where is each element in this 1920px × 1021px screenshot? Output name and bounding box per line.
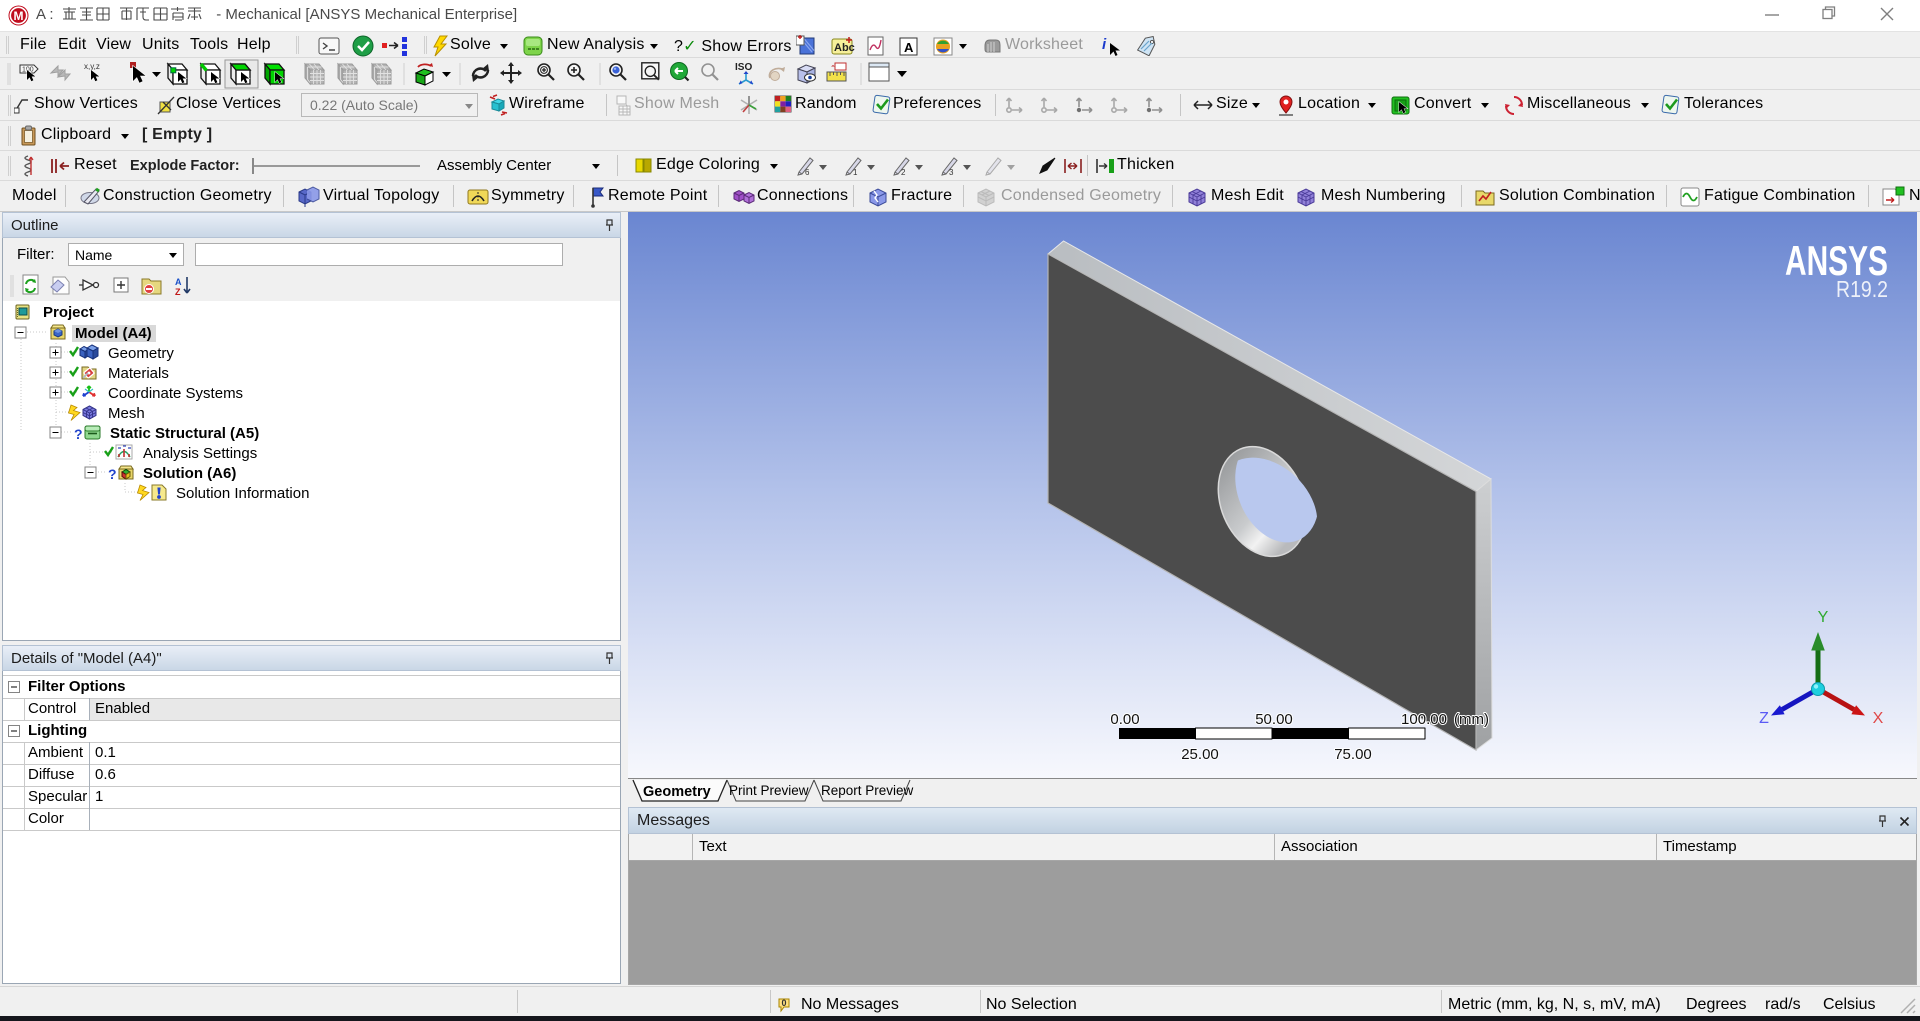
svg-text:?: ? [74,426,83,442]
svg-text:2: 2 [901,168,906,176]
svg-text:Solution (A6): Solution (A6) [143,465,236,482]
svg-text:6: 6 [805,168,810,176]
svg-text:A: A [904,40,914,55]
svg-text:Z: Z [175,287,181,297]
svg-text:50.00: 50.00 [1255,711,1293,728]
svg-text:Project: Project [43,304,94,321]
svg-text:X: X [1873,710,1884,727]
svg-text:i: i [1102,36,1107,53]
svg-text:M: M [14,9,24,23]
svg-text:Geometry: Geometry [108,345,174,362]
svg-text:Materials: Materials [108,365,169,382]
svg-text:1: 1 [853,168,858,176]
svg-text:Static Structural (A5): Static Structural (A5) [110,425,259,442]
svg-text:(mm): (mm) [1454,711,1489,728]
svg-text:Coordinate Systems: Coordinate Systems [108,385,243,402]
svg-text:Y: Y [1818,609,1829,626]
svg-text:0.00: 0.00 [1110,711,1139,728]
svg-text:A: A [175,277,182,287]
svg-text:25.00: 25.00 [1181,746,1219,763]
svg-text:Abc: Abc [834,42,855,54]
svg-text:Z: Z [1759,710,1769,727]
svg-text:R19.2: R19.2 [1836,276,1888,302]
svg-text:Report Preview: Report Preview [821,783,914,798]
svg-text:Analysis Settings: Analysis Settings [143,445,257,462]
svg-text:Mesh: Mesh [108,405,145,422]
svg-text:ISO: ISO [735,62,752,73]
svg-text:75.00: 75.00 [1334,746,1372,763]
svg-text:Print Preview: Print Preview [729,783,809,798]
svg-text:x,y,z: x,y,z [84,62,100,71]
svg-text:Model (A4): Model (A4) [75,325,152,342]
svg-text:3: 3 [949,168,954,176]
svg-text:100.00: 100.00 [1401,711,1447,728]
svg-text:?: ? [108,466,117,482]
svg-text:Solution Information: Solution Information [176,485,309,502]
svg-text:Geometry: Geometry [643,784,711,800]
svg-text:0: 0 [781,998,786,1008]
